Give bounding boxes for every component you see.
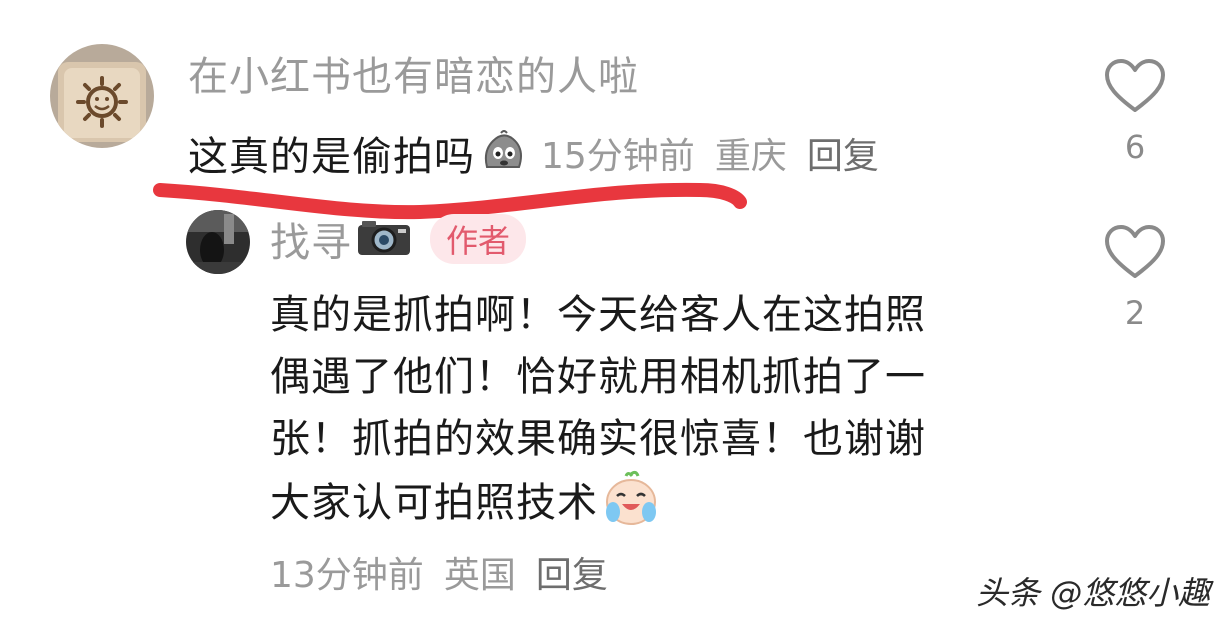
- reply-button[interactable]: 回复: [807, 127, 879, 179]
- comment-location: 重庆: [714, 136, 787, 177]
- like-count: 6: [1124, 128, 1146, 166]
- comment-text: 这真的是偷拍吗: [188, 134, 475, 180]
- crying-rock-emoji: [475, 127, 541, 179]
- reply-avatar[interactable]: [186, 210, 250, 274]
- reply-line: 偶遇了他们！恰好就用相机抓拍了一: [270, 354, 926, 400]
- comment-line: 这真的是偷拍吗 15分钟前 重庆 回复: [188, 124, 879, 182]
- reply-username[interactable]: 找寻: [270, 210, 352, 268]
- camera-icon: [352, 217, 430, 261]
- reply-location: 英国: [443, 555, 516, 596]
- reply-line: 真的是抓拍啊！今天给客人在这拍照: [270, 292, 926, 338]
- comment-username[interactable]: 在小红书也有暗恋的人啦: [188, 44, 639, 102]
- laughing-crying-emoji: [598, 470, 660, 526]
- reply-line: 张！抓拍的效果确实很惊喜！也谢谢: [270, 416, 926, 462]
- reply-last-line: 大家认可拍照技术: [270, 470, 1030, 534]
- comment-like: 6: [1100, 58, 1170, 166]
- avatar[interactable]: [50, 44, 154, 148]
- watermark: 头条 @悠悠小趣: [976, 574, 1211, 612]
- comment-time: 15分钟前: [541, 136, 695, 177]
- heart-icon[interactable]: [1104, 58, 1166, 114]
- reply-meta: 13分钟前 英国 回复: [270, 546, 608, 598]
- reply-text: 真的是抓拍啊！今天给客人在这拍照 偶遇了他们！恰好就用相机抓拍了一 张！抓拍的效…: [270, 284, 1030, 534]
- reply-line: 大家认可拍照技术: [270, 480, 598, 526]
- reply-like: 2: [1100, 224, 1170, 332]
- reply-reply-button[interactable]: 回复: [536, 546, 608, 598]
- author-badge: 作者: [430, 214, 527, 264]
- comment-thread: 在小红书也有暗恋的人啦 这真的是偷拍吗 15分钟前 重庆 回复 找寻 作者 真的…: [0, 0, 1216, 620]
- heart-icon[interactable]: [1104, 224, 1166, 280]
- like-count: 2: [1124, 294, 1146, 332]
- reply-time: 13分钟前: [270, 555, 424, 596]
- reply-user-row: 找寻 作者: [270, 210, 527, 268]
